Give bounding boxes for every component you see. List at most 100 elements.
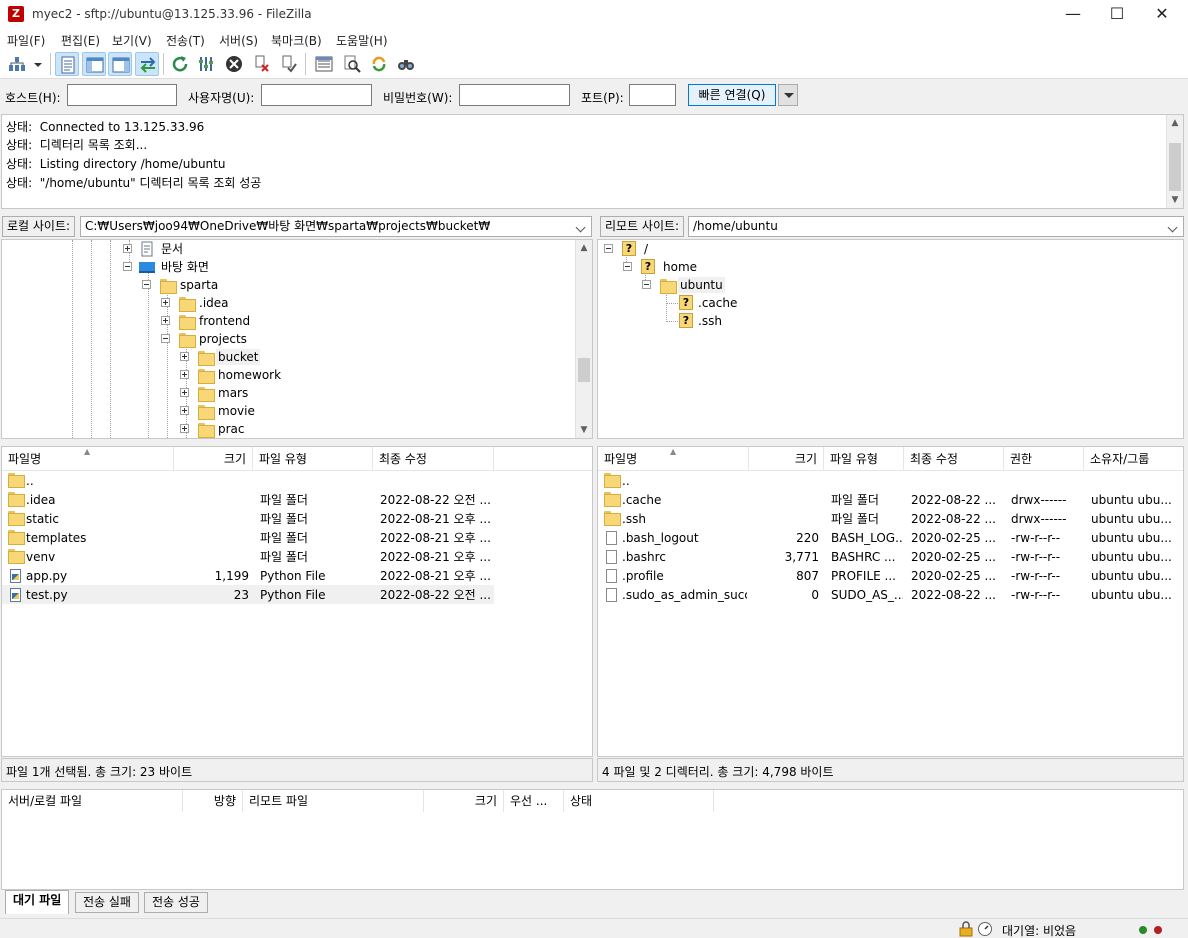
- file-row[interactable]: ..: [2, 471, 592, 490]
- site-manager-dropdown-icon[interactable]: [30, 52, 44, 76]
- menu-server[interactable]: 서버(S): [219, 32, 258, 49]
- remote-directory-tree[interactable]: ? / ? home ubuntu ? .cache ? .ssh: [597, 239, 1184, 439]
- toggle-message-log-icon[interactable]: [55, 52, 79, 76]
- file-row[interactable]: .bashrc 3,771 BASHRC ... 2020-02-25 ... …: [598, 547, 1183, 566]
- column-direction[interactable]: 방향: [183, 790, 243, 812]
- file-row[interactable]: static 파일 폴더 2022-08-21 오후 ...: [2, 509, 592, 528]
- receive-indicator-led: [1139, 926, 1147, 934]
- filezilla-app-icon[interactable]: Z: [8, 6, 24, 22]
- python-file-icon: [10, 569, 21, 583]
- folder-icon: [8, 492, 25, 507]
- toggle-directory-comparison-icon[interactable]: [340, 52, 364, 76]
- refresh-icon[interactable]: [168, 52, 192, 76]
- local-path-combo[interactable]: C:₩Users₩joo94₩OneDrive₩바탕 화면₩sparta₩pro…: [80, 216, 592, 237]
- port-input[interactable]: [629, 84, 676, 106]
- remote-status-line: 4 파일 및 2 디렉터리. 총 크기: 4,798 바이트: [597, 758, 1184, 782]
- file-row[interactable]: .cache 파일 폴더 2022-08-22 ... drwx------ u…: [598, 490, 1183, 509]
- folder-icon: [8, 530, 25, 545]
- username-input[interactable]: [261, 84, 372, 106]
- local-site-bar: 로컬 사이트: C:₩Users₩joo94₩OneDrive₩바탕 화면₩sp…: [0, 215, 594, 239]
- remote-file-list[interactable]: 파일명 크기 파일 유형 최종 수정 권한 소유자/그룹 ▲ .. .cache…: [597, 446, 1184, 757]
- unknown-folder-icon: ?: [622, 241, 636, 256]
- column-server-local-file[interactable]: 서버/로컬 파일: [2, 790, 183, 812]
- toggle-transfer-queue-icon[interactable]: [135, 52, 159, 76]
- synchronized-browsing-icon[interactable]: [367, 52, 391, 76]
- column-filetype[interactable]: 파일 유형: [253, 447, 373, 471]
- file-row[interactable]: .profile 807 PROFILE ... 2020-02-25 ... …: [598, 566, 1183, 585]
- column-size[interactable]: 크기: [174, 447, 253, 471]
- local-directory-tree[interactable]: 문서 바탕 화면 sparta .idea frontend projects …: [1, 239, 593, 439]
- documents-icon: [139, 241, 155, 257]
- column-filetype[interactable]: 파일 유형: [824, 447, 904, 471]
- toggle-local-tree-icon[interactable]: [82, 52, 106, 76]
- file-row[interactable]: app.py 1,199 Python File 2022-08-21 오후 .…: [2, 566, 592, 585]
- unknown-folder-icon: ?: [679, 295, 693, 310]
- tab-failed-transfers[interactable]: 전송 실패: [75, 892, 139, 913]
- column-size[interactable]: 크기: [424, 790, 504, 812]
- log-line: 상태: Connected to 13.125.33.96: [6, 120, 205, 134]
- quickconnect-button[interactable]: 빠른 연결(Q): [688, 84, 776, 106]
- maximize-button[interactable]: ☐: [1094, 0, 1140, 30]
- column-remote-file[interactable]: 리모트 파일: [243, 790, 424, 812]
- column-owner-group[interactable]: 소유자/그룹: [1084, 447, 1183, 471]
- toggle-remote-tree-icon[interactable]: [108, 52, 132, 76]
- window-title: myec2 - sftp://ubuntu@13.125.33.96 - Fil…: [32, 7, 312, 21]
- cancel-icon[interactable]: [222, 52, 246, 76]
- file-row-selected[interactable]: test.py 23 Python File 2022-08-22 오전 ...: [2, 585, 592, 604]
- site-manager-icon[interactable]: [5, 52, 29, 76]
- menu-transfer[interactable]: 전송(T): [166, 32, 205, 49]
- column-permissions[interactable]: 권한: [1004, 447, 1084, 471]
- quickconnect-dropdown-icon[interactable]: [778, 84, 798, 106]
- column-last-modified[interactable]: 최종 수정: [373, 447, 494, 471]
- lock-icon[interactable]: [958, 921, 974, 938]
- file-icon: [606, 531, 617, 545]
- disconnect-icon[interactable]: [250, 52, 274, 76]
- column-last-modified[interactable]: 최종 수정: [904, 447, 1004, 471]
- log-line: 상태: 디렉터리 목록 조회...: [6, 138, 148, 152]
- menu-bookmarks[interactable]: 북마크(B): [271, 32, 322, 49]
- desktop-icon: [139, 259, 155, 275]
- column-size[interactable]: 크기: [749, 447, 824, 471]
- quickconnect-bar: 호스트(H): 사용자명(U): 비밀번호(W): 포트(P): 빠른 연결(Q…: [0, 79, 1188, 113]
- password-input[interactable]: [459, 84, 570, 106]
- menu-file[interactable]: 파일(F): [7, 32, 45, 49]
- chevron-down-icon[interactable]: [1167, 218, 1181, 236]
- file-row[interactable]: ..: [598, 471, 1183, 490]
- queue-tabs: 대기 파일 전송 실패 전송 성공: [0, 890, 1188, 916]
- menu-help[interactable]: 도움말(H): [336, 32, 388, 49]
- minimize-button[interactable]: —: [1050, 0, 1096, 30]
- folder-icon: [198, 423, 215, 438]
- menu-view[interactable]: 보기(V): [112, 32, 152, 49]
- local-file-list[interactable]: 파일명 크기 파일 유형 최종 수정 ▲ .. .idea 파일 폴더 2022…: [1, 446, 593, 757]
- unknown-folder-icon: ?: [679, 313, 693, 328]
- message-log[interactable]: 상태: Connected to 13.125.33.96 상태: 디렉터리 목…: [1, 114, 1184, 209]
- file-row[interactable]: templates 파일 폴더 2022-08-21 오후 ...: [2, 528, 592, 547]
- file-row[interactable]: .idea 파일 폴더 2022-08-22 오전 ...: [2, 490, 592, 509]
- file-row[interactable]: venv 파일 폴더 2022-08-21 오후 ...: [2, 547, 592, 566]
- reconnect-icon[interactable]: [277, 52, 301, 76]
- menu-edit[interactable]: 편집(E): [61, 32, 100, 49]
- remote-site-bar: 리모트 사이트: /home/ubuntu: [598, 215, 1186, 239]
- transfer-queue[interactable]: 서버/로컬 파일 방향 리모트 파일 크기 우선 ... 상태: [1, 789, 1184, 890]
- search-remote-files-icon[interactable]: [394, 52, 418, 76]
- chevron-down-icon[interactable]: [575, 218, 589, 236]
- tab-successful-transfers[interactable]: 전송 성공: [144, 892, 208, 913]
- log-scrollbar[interactable]: ▲ ▼: [1166, 115, 1183, 208]
- process-queue-icon[interactable]: [195, 52, 219, 76]
- tab-queued-files[interactable]: 대기 파일: [5, 890, 70, 914]
- column-status[interactable]: 상태: [564, 790, 714, 812]
- column-priority[interactable]: 우선 ...: [504, 790, 564, 812]
- directory-listing-filters-icon[interactable]: [312, 52, 336, 76]
- folder-icon: [8, 549, 25, 564]
- host-input[interactable]: [67, 84, 177, 106]
- remote-path-combo[interactable]: /home/ubuntu: [688, 216, 1184, 237]
- local-tree-scrollbar[interactable]: ▲ ▼: [575, 240, 592, 438]
- menu-bar: 파일(F) 편집(E) 보기(V) 전송(T) 서버(S) 북마크(B) 도움말…: [0, 30, 1188, 49]
- file-row[interactable]: .ssh 파일 폴더 2022-08-22 ... drwx------ ubu…: [598, 509, 1183, 528]
- file-row[interactable]: .sudo_as_admin_succ... 0 SUDO_AS_... 202…: [598, 585, 1183, 604]
- folder-icon: [8, 473, 25, 488]
- file-row[interactable]: .bash_logout 220 BASH_LOG... 2020-02-25 …: [598, 528, 1183, 547]
- log-line: 상태: "/home/ubuntu" 디렉터리 목록 조회 성공: [6, 176, 262, 190]
- speed-limit-icon[interactable]: [977, 921, 993, 938]
- close-button[interactable]: ✕: [1139, 0, 1185, 30]
